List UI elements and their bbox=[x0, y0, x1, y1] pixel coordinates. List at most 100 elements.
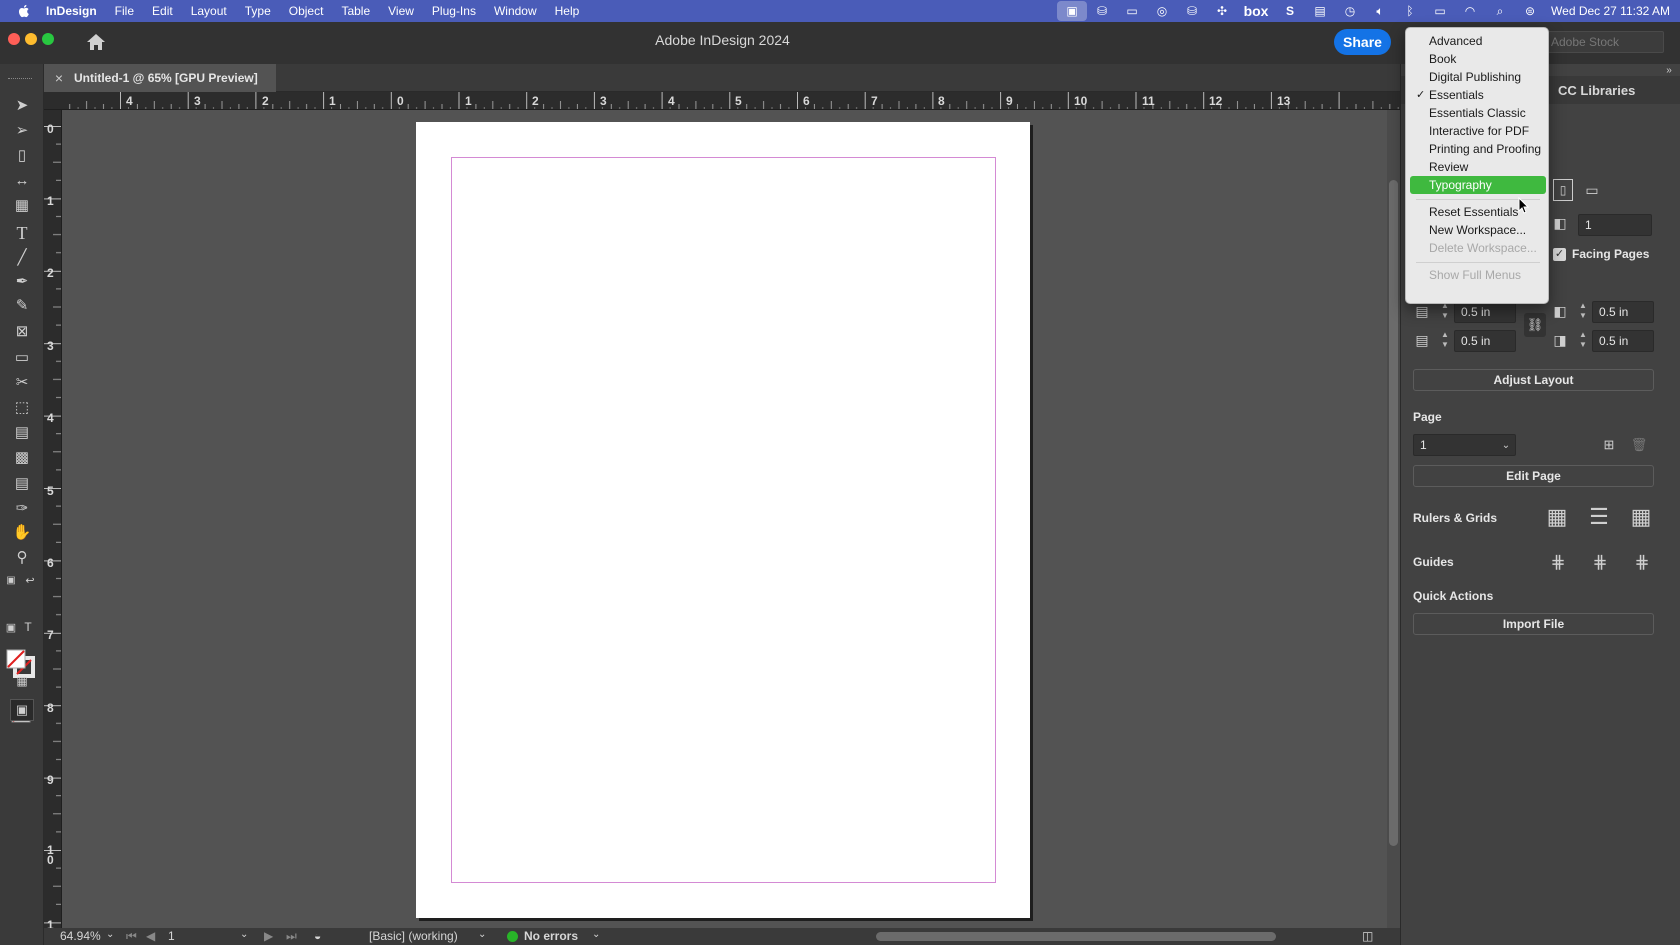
import-file-button[interactable]: Import File bbox=[1413, 613, 1654, 635]
page-select-chevron-icon[interactable]: ⌄ bbox=[1497, 435, 1515, 455]
menu-type[interactable]: Type bbox=[236, 4, 280, 18]
rectangle-frame-tool-icon[interactable]: ⊠ bbox=[10, 320, 34, 342]
menu-app-indesign[interactable]: InDesign bbox=[46, 4, 106, 18]
vertical-scrollbar[interactable] bbox=[1387, 110, 1400, 928]
drive-icon[interactable]: ⛁ bbox=[1087, 0, 1117, 22]
menu-plug-ins[interactable]: Plug-Ins bbox=[423, 4, 485, 18]
bottom-margin-stepper[interactable]: ▲ ▼ bbox=[1439, 330, 1451, 352]
first-page-icon[interactable]: ⏮︎ bbox=[126, 929, 137, 944]
left-margin-stepper[interactable]: ▲ ▼ bbox=[1577, 301, 1589, 323]
workspace-interactive-for-pdf[interactable]: Interactive for PDF bbox=[1410, 122, 1546, 140]
portrait-orientation-icon[interactable]: ▯ bbox=[1553, 179, 1573, 201]
page-tool-icon[interactable]: ▯ bbox=[10, 144, 34, 166]
adobe-stock-search-input[interactable]: Adobe Stock bbox=[1544, 31, 1664, 53]
spotlight-search-icon[interactable]: ⌕ bbox=[1485, 0, 1515, 22]
volume-icon[interactable]: 🔈︎ bbox=[1365, 0, 1395, 22]
next-page-icon[interactable]: ▶︎ bbox=[264, 929, 273, 943]
panel-collapse-icon[interactable]: » bbox=[1661, 62, 1677, 78]
menu-view[interactable]: View bbox=[379, 4, 423, 18]
workspace-essentials[interactable]: ✓ Essentials bbox=[1410, 86, 1546, 104]
line-tool-icon[interactable]: ╱ bbox=[10, 246, 34, 268]
workspace-review[interactable]: Review bbox=[1410, 158, 1546, 176]
menu-object[interactable]: Object bbox=[280, 4, 333, 18]
s-app-icon[interactable]: S bbox=[1275, 0, 1305, 22]
content-collector-icon[interactable]: ▦ bbox=[10, 194, 34, 216]
formatting-text-icon[interactable]: T bbox=[20, 616, 36, 638]
swap-fill-stroke-icon[interactable]: ↩ bbox=[22, 569, 38, 591]
workspace-essentials-classic[interactable]: Essentials Classic bbox=[1410, 104, 1546, 122]
preflight-profile[interactable]: [Basic] (working) bbox=[369, 929, 458, 943]
new-page-icon[interactable]: ⊞ bbox=[1600, 436, 1618, 454]
folder-sync-icon[interactable]: ▭ bbox=[1117, 0, 1147, 22]
bluetooth-icon[interactable]: ᛒ bbox=[1395, 0, 1425, 22]
horizontal-scrollbar-thumb[interactable] bbox=[876, 932, 1276, 941]
horizontal-ruler[interactable]: 4 3 2 1 0 1 2 3 4 5 6 7 8 9 10 11 12 13 bbox=[44, 92, 1400, 110]
menu-table[interactable]: Table bbox=[332, 4, 379, 18]
gradient-feather-tool-icon[interactable]: ▩ bbox=[10, 446, 34, 468]
gap-tool-icon[interactable]: ↔ bbox=[10, 169, 34, 191]
preflight-menu-icon[interactable]: ⌄ bbox=[592, 929, 600, 940]
free-transform-tool-icon[interactable]: ⬚ bbox=[10, 396, 34, 418]
page-number-field[interactable]: 1 bbox=[168, 929, 175, 943]
page-dropdown-icon[interactable]: ⌄ bbox=[240, 929, 248, 940]
workspace-digital-publishing[interactable]: Digital Publishing bbox=[1410, 68, 1546, 86]
network-icon[interactable]: ✣ bbox=[1207, 0, 1237, 22]
note-tool-icon[interactable]: ▤ bbox=[10, 472, 34, 494]
menu-file[interactable]: File bbox=[106, 4, 143, 18]
direct-selection-tool-icon[interactable]: ➢ bbox=[10, 119, 34, 141]
preflight-status-text[interactable]: No errors bbox=[524, 929, 578, 943]
workspace-new-workspace[interactable]: New Workspace... bbox=[1410, 221, 1546, 239]
facing-pages-checkbox[interactable]: ✓ bbox=[1553, 248, 1566, 261]
menu-help[interactable]: Help bbox=[546, 4, 589, 18]
previous-page-icon[interactable]: ◀︎ bbox=[146, 929, 155, 943]
gradient-swatch-tool-icon[interactable]: ▤ bbox=[10, 421, 34, 443]
document-canvas[interactable] bbox=[62, 110, 1387, 928]
ruler-toggle-icon[interactable]: ▦ bbox=[1543, 503, 1571, 531]
eyedropper-tool-icon[interactable]: ✑ bbox=[10, 497, 34, 519]
document-page[interactable] bbox=[416, 122, 1030, 918]
pencil-tool-icon[interactable]: ✎ bbox=[10, 294, 34, 316]
tools-panel-grip[interactable] bbox=[8, 78, 32, 80]
right-margin-stepper[interactable]: ▲ ▼ bbox=[1577, 330, 1589, 352]
menu-layout[interactable]: Layout bbox=[182, 4, 236, 18]
drive-alt-icon[interactable]: ⛁ bbox=[1177, 0, 1207, 22]
formatting-container-icon[interactable]: ▣ bbox=[3, 616, 19, 638]
edit-page-button[interactable]: Edit Page bbox=[1413, 465, 1654, 487]
link-margins-icon[interactable]: ⛓ bbox=[1524, 313, 1546, 337]
cc-libraries-tab[interactable]: CC Libraries bbox=[1558, 83, 1635, 98]
top-margin-input[interactable]: 0.5 in bbox=[1454, 301, 1516, 323]
landscape-orientation-icon[interactable]: ▭ bbox=[1582, 181, 1602, 199]
default-fill-stroke-icon[interactable]: ▣ bbox=[3, 569, 19, 591]
workspace-book[interactable]: Book bbox=[1410, 50, 1546, 68]
zoom-tool-icon[interactable]: ⚲ bbox=[10, 546, 34, 568]
rectangle-tool-icon[interactable]: ▭ bbox=[10, 346, 34, 368]
workspace-advanced[interactable]: Advanced bbox=[1410, 32, 1546, 50]
close-tab-icon[interactable]: × bbox=[44, 70, 74, 86]
box-icon[interactable]: box bbox=[1237, 0, 1275, 22]
pen-tool-icon[interactable]: ✒ bbox=[10, 270, 34, 292]
smart-guides-icon[interactable]: ⋕ bbox=[1630, 550, 1654, 574]
view-options-icon[interactable]: ▣ bbox=[10, 699, 34, 721]
delete-page-icon[interactable]: 🗑︎ bbox=[1630, 436, 1648, 454]
screen-share-icon[interactable]: ▣ bbox=[1057, 1, 1088, 21]
left-margin-input[interactable]: 0.5 in bbox=[1592, 301, 1654, 323]
right-margin-input[interactable]: 0.5 in bbox=[1592, 330, 1654, 352]
share-button[interactable]: Share bbox=[1334, 29, 1391, 55]
bottom-margin-input[interactable]: 0.5 in bbox=[1454, 330, 1516, 352]
scissors-tool-icon[interactable]: ✂ bbox=[10, 371, 34, 393]
vertical-ruler[interactable]: 0 1 2 3 4 5 6 7 8 9 1 0 1 bbox=[44, 110, 62, 935]
split-layout-icon[interactable]: ◫ bbox=[1362, 929, 1373, 943]
menu-window[interactable]: Window bbox=[485, 4, 546, 18]
battery-icon[interactable]: ▭ bbox=[1425, 0, 1455, 22]
top-margin-stepper[interactable]: ▲ ▼ bbox=[1439, 301, 1451, 323]
creative-cloud-icon[interactable]: ◎ bbox=[1147, 0, 1177, 22]
workspace-printing-and-proofing[interactable]: Printing and Proofing bbox=[1410, 140, 1546, 158]
type-tool-icon[interactable]: T bbox=[10, 222, 34, 244]
pages-count-input[interactable]: 1 bbox=[1578, 214, 1652, 236]
zoom-level-field[interactable]: 64.94% bbox=[60, 929, 101, 943]
zoom-dropdown-icon[interactable]: ⌄ bbox=[106, 929, 114, 940]
control-center-icon[interactable]: ⊜ bbox=[1515, 0, 1545, 22]
lock-guides-icon[interactable]: ⋕ bbox=[1588, 550, 1612, 574]
preflight-dropdown-icon[interactable]: ⌄ bbox=[478, 929, 486, 940]
apple-logo-icon[interactable] bbox=[16, 3, 32, 19]
